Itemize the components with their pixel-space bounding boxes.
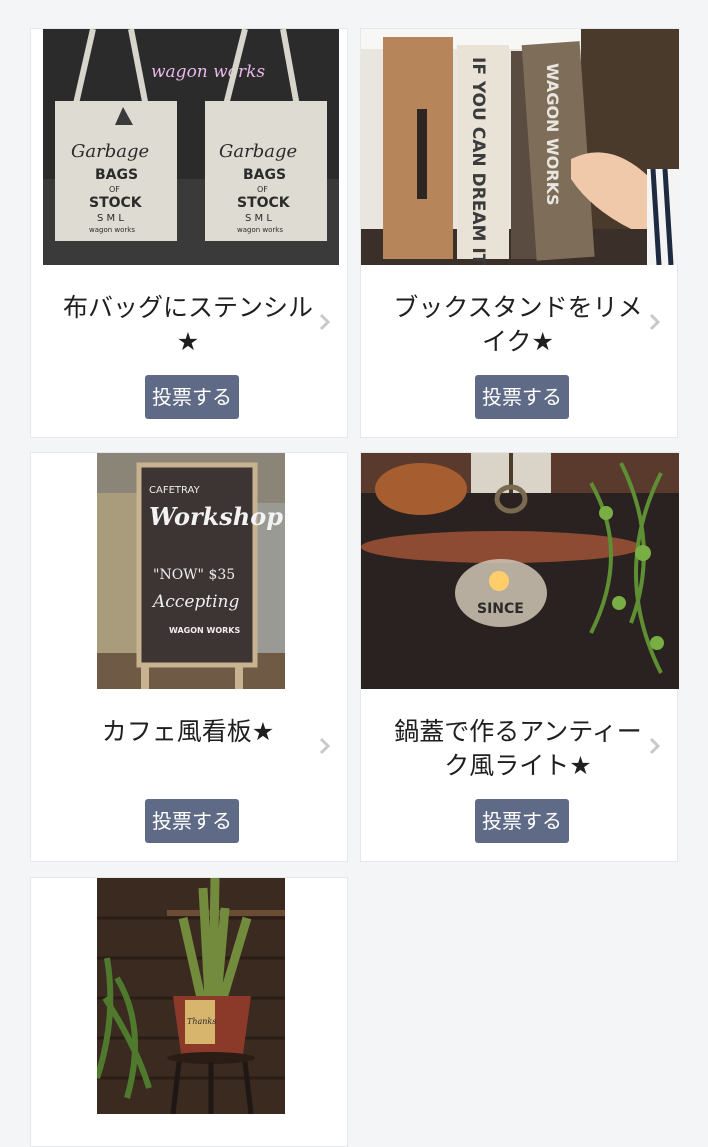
bag-text: Garbage [71,141,149,162]
item-card[interactable]: IF YOU CAN DREAM IT WAGON WORKS ブックスタンドを… [360,28,679,438]
sign-text: Workshop [149,502,283,531]
item-card[interactable]: wagon works Garbage BAGS OF STOCK S M L … [30,28,348,438]
vote-button[interactable]: 投票する [145,375,239,419]
item-card[interactable]: SINCE 鍋蓋で作るアンティーク風ライト★ 投票する [360,452,679,862]
item-photo[interactable]: Thanks [97,878,285,1114]
sign-text: "NOW" $35 [153,567,235,583]
sign-text: CAFETRAY [149,485,201,496]
item-photo[interactable]: wagon works Garbage BAGS OF STOCK S M L … [43,29,339,265]
chevron-right-icon[interactable] [649,313,661,331]
item-title[interactable]: ブックスタンドをリメイク★ [389,291,647,359]
item-card[interactable]: Thanks [30,877,348,1147]
board-text: IF YOU CAN DREAM IT [468,57,488,265]
jar-text: SINCE [477,601,524,617]
bag-text: OF [109,185,120,194]
bag-text: Garbage [219,141,297,162]
bag-text: STOCK [237,195,291,211]
photo-brand-text: wagon works [151,62,265,82]
sign-text: WAGON WORKS [169,626,240,635]
item-photo[interactable]: CAFETRAY Workshop "NOW" $35 Accepting WA… [97,453,285,689]
bag-text: BAGS [243,167,286,183]
bag-text: STOCK [89,195,143,211]
bag-text: wagon works [89,226,135,234]
item-photo[interactable]: IF YOU CAN DREAM IT WAGON WORKS [361,29,679,265]
pot-text: Thanks [187,1017,216,1026]
bag-text: OF [257,185,268,194]
bag-text: S M L [97,213,124,224]
item-photo[interactable]: SINCE [361,453,679,689]
vote-button[interactable]: 投票する [145,799,239,843]
vote-button[interactable]: 投票する [475,375,569,419]
item-title[interactable]: 鍋蓋で作るアンティーク風ライト★ [389,715,647,783]
vote-button[interactable]: 投票する [475,799,569,843]
chevron-right-icon[interactable] [319,737,331,755]
sign-text: Accepting [151,592,239,612]
board-text: WAGON WORKS [543,63,562,206]
item-title[interactable]: カフェ風看板★ [59,715,317,749]
bag-text: S M L [245,213,272,224]
chevron-right-icon[interactable] [319,313,331,331]
item-title[interactable]: 布バッグにステンシル★ [59,291,317,359]
chevron-right-icon[interactable] [649,737,661,755]
bag-text: wagon works [237,226,283,234]
bag-text: BAGS [95,167,138,183]
item-card[interactable]: CAFETRAY Workshop "NOW" $35 Accepting WA… [30,452,348,862]
